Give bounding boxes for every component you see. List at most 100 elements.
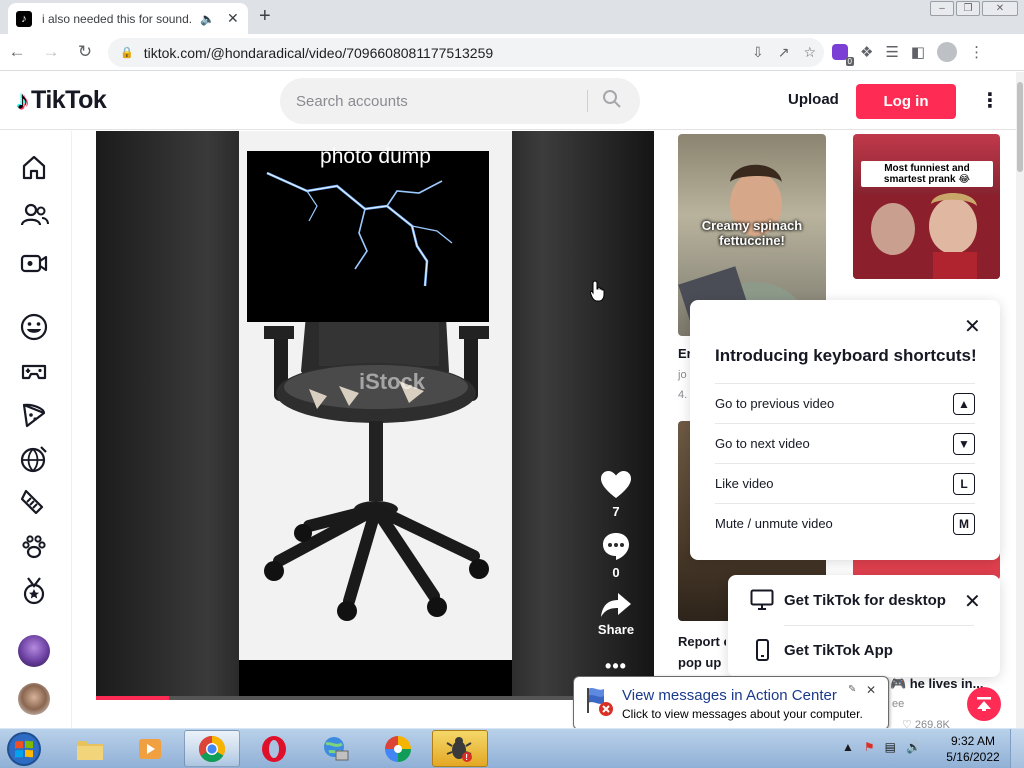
close-icon[interactable]: ✕ [866, 683, 876, 697]
more-actions-icon[interactable]: ••• [596, 656, 636, 677]
recommended-video-title[interactable]: Er [678, 346, 690, 361]
side-panel-icon[interactable]: ◧ [911, 43, 925, 61]
close-icon[interactable]: ✕ [964, 314, 981, 339]
recommended-video-title-line2[interactable]: pop up [678, 655, 726, 670]
tiktok-logo[interactable]: ♪ TikTok [16, 85, 107, 116]
mobile-app-label[interactable]: Get TikTok App [784, 642, 893, 659]
get-desktop-app-link[interactable]: Get TikTok for desktop [750, 589, 946, 611]
extensions-puzzle-icon[interactable]: ❖ [860, 43, 873, 61]
speaker-icon[interactable]: 🔈 [200, 12, 215, 26]
clock-time: 9:32 AM [950, 734, 996, 748]
minimize-button[interactable]: – [930, 1, 954, 16]
action-center-balloon[interactable]: View messages in Action Center Click to … [573, 676, 889, 730]
left-sidebar [0, 131, 72, 729]
extension-icon[interactable]: 0 [832, 44, 854, 66]
balloon-title[interactable]: View messages in Action Center [622, 687, 837, 704]
achievements-medal-icon[interactable] [18, 575, 50, 607]
live-icon[interactable] [18, 247, 50, 279]
pinwheel-app-taskbar-button[interactable] [370, 730, 426, 767]
recommended-video-author[interactable]: ee [892, 698, 904, 710]
home-icon[interactable] [18, 151, 50, 183]
animals-paw-icon[interactable] [18, 531, 50, 563]
comment-button[interactable]: 0 [596, 531, 636, 580]
scroll-to-top-button[interactable] [967, 687, 1001, 721]
scrollbar-thumb[interactable] [1017, 82, 1023, 172]
beauty-icon[interactable] [18, 487, 50, 519]
pin-icon[interactable]: ✎ [848, 684, 856, 695]
recommended-video-title[interactable]: Report c [678, 634, 726, 649]
monitor-icon [750, 589, 774, 610]
opera-taskbar-button[interactable] [246, 730, 302, 767]
suggested-account-avatar[interactable] [18, 683, 50, 715]
network-status-icon[interactable]: ▤ [885, 740, 896, 754]
recommended-video-thumbnail[interactable] [853, 134, 1000, 279]
food-icon[interactable] [18, 399, 50, 431]
tiktok-favicon-icon: ♪ [16, 10, 32, 27]
back-button[interactable]: ← [0, 42, 34, 62]
file-explorer-taskbar-button[interactable] [62, 730, 118, 767]
window-close-button[interactable]: ✕ [982, 1, 1018, 16]
new-tab-button[interactable]: + [259, 5, 271, 28]
action-center-flag-icon[interactable]: ⚑ [864, 740, 875, 754]
like-button[interactable]: 7 [596, 470, 636, 519]
recommended-video-overlay-text: Creamy spinach fettuccine! [701, 218, 803, 248]
volume-icon[interactable]: 🔊 [906, 740, 921, 754]
taskbar-clock[interactable]: 9:32 AM 5/16/2022 [944, 733, 1002, 765]
search-bar[interactable]: Search accounts [280, 78, 640, 124]
close-icon[interactable]: ✕ [964, 589, 981, 614]
page-scrollbar[interactable] [1016, 72, 1024, 728]
search-icon[interactable] [602, 89, 622, 109]
address-bar[interactable]: 🔒 tiktok.com/@hondaradical/video/7096608… [108, 38, 824, 67]
more-options-icon[interactable]: ⋮ [980, 88, 1000, 113]
profile-avatar-icon[interactable] [937, 42, 958, 62]
security-app-taskbar-button[interactable]: ! [432, 730, 488, 767]
recommended-video-title[interactable]: ! 🎮 he lives in... [882, 676, 983, 692]
gaming-icon[interactable] [18, 355, 50, 387]
lock-icon[interactable]: 🔒 [120, 46, 134, 59]
tab-close-icon[interactable]: ✕ [227, 10, 239, 27]
comedy-icon[interactable] [18, 311, 50, 343]
shortcut-label: Go to next video [715, 436, 810, 451]
m-key-icon: M [953, 512, 975, 535]
search-input[interactable]: Search accounts [296, 93, 408, 110]
maximize-button[interactable]: ❐ [956, 1, 980, 16]
search-divider [587, 90, 588, 112]
sports-icon[interactable] [18, 443, 50, 475]
browser-tab[interactable]: ♪ i also needed this for sound... 🔈 ✕ [8, 3, 248, 34]
windows-start-icon[interactable] [4, 731, 44, 767]
share-arrow-icon [601, 593, 631, 617]
chrome-taskbar-button[interactable] [184, 730, 240, 767]
bookmark-star-icon[interactable]: ☆ [803, 44, 816, 61]
balloon-message[interactable]: Click to view messages about your comput… [622, 707, 863, 721]
login-button[interactable]: Log in [856, 84, 956, 119]
browser-toolbar: ← → ↻ 🔒 tiktok.com/@hondaradical/video/7… [0, 34, 1024, 71]
url-text[interactable]: tiktok.com/@hondaradical/video/709660808… [144, 45, 493, 61]
share-page-icon[interactable]: ↗ [778, 44, 790, 61]
window-controls: – ❐ ✕ [930, 1, 1018, 16]
following-icon[interactable] [18, 199, 50, 231]
upload-button[interactable]: Upload [788, 91, 839, 108]
desktop-app-label[interactable]: Get TikTok for desktop [784, 592, 946, 609]
media-control-icon[interactable]: ☰ [885, 43, 898, 61]
clock-date: 5/16/2022 [946, 750, 1000, 764]
heart-icon [601, 471, 631, 498]
tiktok-header: ♪ TikTok Search accounts Upload Log in ⋮ [0, 72, 1016, 130]
forward-button[interactable]: → [34, 42, 68, 62]
reload-button[interactable]: ↻ [68, 42, 102, 62]
video-progress-bar[interactable] [96, 696, 654, 700]
flag-error-icon [587, 688, 613, 716]
suggested-account-avatar[interactable] [18, 635, 50, 667]
get-mobile-app-link[interactable]: Get TikTok App [750, 639, 893, 661]
l-key-icon: L [953, 472, 975, 495]
browser-menu-icon[interactable]: ⋮ [969, 43, 984, 61]
svg-text:iStock: iStock [359, 369, 426, 394]
share-button[interactable]: Share [596, 592, 636, 637]
install-app-icon[interactable]: ⇩ [752, 44, 764, 61]
media-player-taskbar-button[interactable] [122, 730, 178, 767]
show-hidden-icons-arrow-icon[interactable]: ▲ [842, 740, 854, 754]
show-desktop-button[interactable] [1010, 729, 1024, 768]
shortcut-label: Mute / unmute video [715, 516, 833, 531]
recommended-video-author[interactable]: jo [678, 369, 687, 381]
video-player[interactable]: iStock photo dump [96, 131, 654, 698]
network-taskbar-button[interactable] [308, 730, 364, 767]
